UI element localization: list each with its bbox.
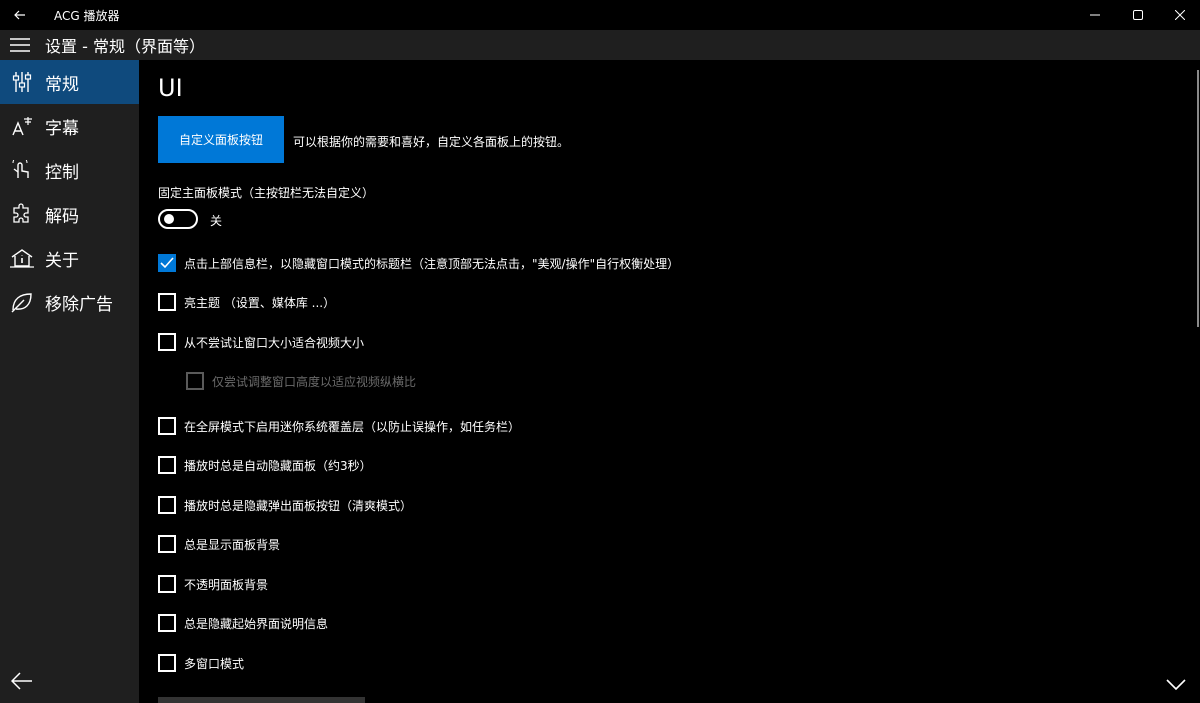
option-hide-start-info[interactable]: 总是隐藏起始界面说明信息 [158, 614, 328, 632]
sidebar-item-label: 解码 [45, 206, 79, 227]
customize-panel-buttons-button[interactable]: 自定义面板按钮 [158, 116, 284, 163]
sidebar-item-remove-ads[interactable]: 移除广告 [0, 280, 139, 324]
option-label: 多窗口模式 [184, 656, 245, 671]
sidebar-item-label: 控制 [45, 162, 79, 183]
checkmark-icon [160, 257, 174, 269]
option-label: 总是隐藏起始界面说明信息 [184, 616, 329, 631]
checkbox[interactable] [158, 293, 176, 311]
sidebar-item-label: 移除广告 [45, 294, 113, 315]
checkbox[interactable] [158, 496, 176, 514]
sidebar-item-about[interactable]: 关于 [0, 236, 139, 280]
option-label: 仅尝试调整窗口高度以适应视频纵横比 [212, 374, 417, 389]
arrow-left-icon [14, 10, 25, 20]
checkbox[interactable] [158, 614, 176, 632]
arrow-left-icon [11, 672, 32, 690]
minimize-icon [1090, 14, 1100, 16]
checkbox[interactable] [158, 456, 176, 474]
checkbox[interactable] [158, 254, 176, 272]
option-label: 不透明面板背景 [184, 577, 269, 592]
tuning-icon [0, 60, 44, 104]
sidebar-back-button[interactable] [0, 659, 44, 703]
toggle-state-label: 关 [210, 214, 223, 228]
checkbox[interactable] [158, 333, 176, 351]
option-hide-popup-buttons[interactable]: 播放时总是隐藏弹出面板按钮（清爽模式） [158, 496, 412, 514]
checkbox[interactable] [158, 535, 176, 553]
customize-description: 可以根据你的需要和喜好，自定义各面板上的按钮。 [293, 135, 570, 149]
partial-button[interactable] [158, 697, 365, 703]
section-title: UI [158, 74, 183, 102]
option-multi-window[interactable]: 多窗口模式 [158, 654, 244, 672]
checkbox[interactable] [158, 575, 176, 593]
sidebar-item-control[interactable]: 控制 [0, 148, 139, 192]
home-info-icon [0, 236, 44, 280]
close-icon [1175, 10, 1185, 20]
option-light-theme[interactable]: 亮主题 （设置、媒体库 ...） [158, 293, 335, 311]
sidebar-item-label: 关于 [45, 250, 79, 271]
minimize-button[interactable] [1072, 0, 1118, 30]
touch-icon [0, 148, 44, 192]
app-title: ACG 播放器 [54, 8, 120, 23]
scrollbar-thumb[interactable] [1197, 70, 1199, 327]
subtitle-icon [0, 104, 44, 148]
checkbox [186, 372, 204, 390]
option-auto-hide-panel[interactable]: 播放时总是自动隐藏面板（约3秒） [158, 456, 372, 474]
sidebar: 常规 字幕 控制 解码 关于 移除广告 [0, 60, 139, 703]
option-label: 总是显示面板背景 [184, 537, 281, 552]
option-show-panel-bg[interactable]: 总是显示面板背景 [158, 535, 280, 553]
checkbox[interactable] [158, 417, 176, 435]
back-button[interactable] [0, 0, 40, 30]
menu-button[interactable] [0, 30, 40, 60]
sidebar-item-label: 常规 [45, 74, 79, 95]
option-label: 播放时总是隐藏弹出面板按钮（清爽模式） [184, 498, 413, 513]
sidebar-item-label: 字幕 [45, 118, 79, 139]
puzzle-icon [0, 192, 44, 236]
option-label: 在全屏模式下启用迷你系统覆盖层（以防止误操作，如任务栏） [184, 419, 521, 434]
option-adjust-height-only: 仅尝试调整窗口高度以适应视频纵横比 [186, 372, 416, 390]
header-bar: 设置 - 常规（界面等） [0, 30, 1200, 60]
fixed-panel-toggle-header: 固定主面板模式（主按钮栏无法自定义） [158, 186, 375, 200]
toggle-knob [164, 214, 174, 224]
sidebar-item-general[interactable]: 常规 [0, 60, 139, 104]
maximize-button[interactable] [1115, 0, 1161, 30]
leaf-icon [0, 280, 44, 324]
option-label: 点击上部信息栏，以隐藏窗口模式的标题栏（注意顶部无法点击，"美观/操作"自行权衡… [184, 256, 680, 271]
option-label: 播放时总是自动隐藏面板（约3秒） [184, 458, 372, 473]
page-title: 设置 - 常规（界面等） [45, 37, 205, 56]
hamburger-icon [10, 38, 30, 52]
option-opaque-panel-bg[interactable]: 不透明面板背景 [158, 575, 268, 593]
title-bar: ACG 播放器 [0, 0, 1200, 30]
checkbox[interactable] [158, 654, 176, 672]
option-mini-overlay[interactable]: 在全屏模式下启用迷你系统覆盖层（以防止误操作，如任务栏） [158, 417, 520, 435]
option-never-fit-window[interactable]: 从不尝试让窗口大小适合视频大小 [158, 333, 364, 351]
sidebar-item-subtitles[interactable]: 字幕 [0, 104, 139, 148]
fixed-panel-toggle[interactable] [158, 209, 198, 229]
sidebar-item-decode[interactable]: 解码 [0, 192, 139, 236]
maximize-icon [1133, 10, 1143, 20]
close-button[interactable] [1157, 0, 1200, 30]
chevron-down-icon [1166, 679, 1186, 691]
option-hide-title-bar[interactable]: 点击上部信息栏，以隐藏窗口模式的标题栏（注意顶部无法点击，"美观/操作"自行权衡… [158, 254, 679, 272]
option-label: 从不尝试让窗口大小适合视频大小 [184, 335, 365, 350]
option-label: 亮主题 （设置、媒体库 ...） [184, 295, 336, 310]
scroll-down-button[interactable] [1163, 672, 1189, 698]
settings-content: UI 自定义面板按钮 可以根据你的需要和喜好，自定义各面板上的按钮。 固定主面板… [139, 60, 1200, 703]
